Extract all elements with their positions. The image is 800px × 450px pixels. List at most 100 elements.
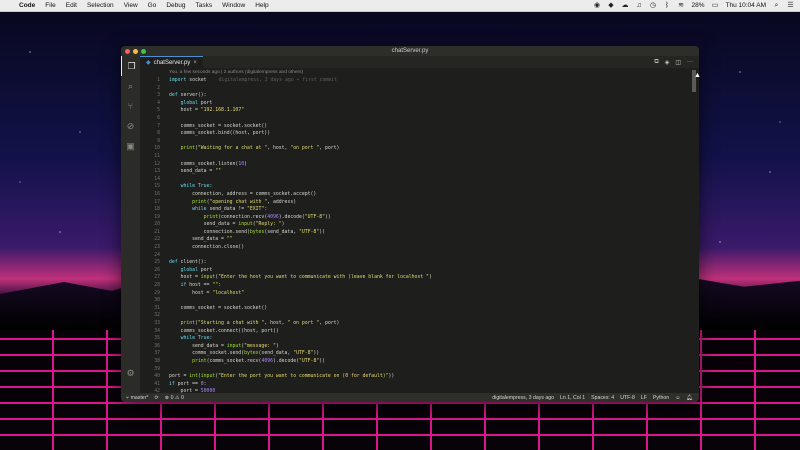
line-code: send_data = input("Reply: ") xyxy=(169,222,285,228)
indentation[interactable]: Spaces: 4 xyxy=(591,395,614,401)
code-line[interactable]: 17 print("opening chat with ", address) xyxy=(140,199,699,207)
code-line[interactable]: 5 host = "192.168.1.107" xyxy=(140,107,699,115)
code-line[interactable]: 6 xyxy=(140,115,699,123)
encoding[interactable]: UTF-8 xyxy=(620,395,635,401)
cursor-position[interactable]: Ln 1, Col 1 xyxy=(560,395,585,401)
code-line[interactable]: 15 while True: xyxy=(140,183,699,191)
menu-app-name[interactable]: Code xyxy=(19,2,35,9)
timemachine-icon[interactable]: ◷ xyxy=(650,2,657,9)
open-changes-icon[interactable]: ⧉ xyxy=(654,59,658,66)
battery-percent[interactable]: 28% xyxy=(692,2,705,9)
language-mode[interactable]: Python xyxy=(653,395,669,401)
line-ending[interactable]: LF xyxy=(641,395,647,401)
bluetooth-icon[interactable]: ᛒ xyxy=(664,2,671,9)
problems-indicator[interactable]: ⊗ 0 ⚠ 0 xyxy=(165,395,184,401)
line-number: 16 xyxy=(154,191,160,197)
feedback-icon[interactable]: ☺ xyxy=(675,395,680,401)
code-line[interactable]: 33 print("Starting a chat with ", host, … xyxy=(140,320,699,328)
code-line[interactable]: 18 while send_data != "EXIT": xyxy=(140,206,699,214)
menu-file[interactable]: File xyxy=(45,2,55,9)
sync-icon[interactable]: ⟳ xyxy=(154,395,158,401)
code-line[interactable]: 12 comms_socket.listen(10) xyxy=(140,161,699,169)
more-icon[interactable]: ··· xyxy=(687,59,693,66)
headphones-icon[interactable]: ♫ xyxy=(636,2,643,9)
code-line[interactable]: 27 host = input("Enter the host you want… xyxy=(140,274,699,282)
notification-icon[interactable]: ◉ xyxy=(594,2,601,9)
code-line[interactable]: 8 comms_socket.bind((host, port)) xyxy=(140,130,699,138)
menu-debug[interactable]: Debug xyxy=(166,2,185,9)
menu-edit[interactable]: Edit xyxy=(66,2,77,9)
notification-center-icon[interactable]: ☰ xyxy=(787,2,794,9)
line-code: send_data = "" xyxy=(169,169,221,175)
code-line[interactable]: 31 comms_socket = socket.socket() xyxy=(140,305,699,313)
menu-window[interactable]: Window xyxy=(222,2,245,9)
code-line[interactable]: 19 print(connection.recv(4096).decode("U… xyxy=(140,214,699,222)
code-line[interactable]: 40 port = int(input("Enter the port you w… xyxy=(140,373,699,381)
code-line[interactable]: 11 xyxy=(140,153,699,161)
code-line[interactable]: 13 send_data = "" xyxy=(140,168,699,176)
code-line[interactable]: 20 send_data = input("Reply: ") xyxy=(140,221,699,229)
menu-tasks[interactable]: Tasks xyxy=(196,2,213,9)
line-number: 26 xyxy=(154,267,160,273)
clock[interactable]: Thu 10:04 AM xyxy=(726,2,766,9)
bell-icon[interactable]: 🔔︎ xyxy=(686,395,693,401)
menu-selection[interactable]: Selection xyxy=(87,2,114,9)
close-tab-icon[interactable]: × xyxy=(193,60,197,66)
code-line[interactable]: 39 xyxy=(140,366,699,374)
source-control-icon[interactable]: ⑂ xyxy=(121,96,140,116)
code-line[interactable]: 24 xyxy=(140,252,699,260)
extensions-icon[interactable]: ▣ xyxy=(121,136,140,156)
code-line[interactable]: 25 def client(): xyxy=(140,259,699,267)
wifi-icon[interactable]: ≋ xyxy=(678,2,685,9)
code-line[interactable]: 36 send_data = input("message: ") xyxy=(140,343,699,351)
code-editor[interactable]: You, a few seconds ago | 2 authors (digi… xyxy=(140,68,699,393)
menu-view[interactable]: View xyxy=(124,2,138,9)
code-line[interactable]: 14 xyxy=(140,176,699,184)
code-line[interactable]: 2 xyxy=(140,85,699,93)
line-number: 23 xyxy=(154,245,160,251)
code-line[interactable]: 4 global port xyxy=(140,100,699,108)
code-line[interactable]: 26 global port xyxy=(140,267,699,275)
branch-indicator[interactable]: ⑂ master* xyxy=(126,395,148,401)
window-titlebar[interactable]: chatServer.py xyxy=(121,46,699,56)
compare-icon[interactable]: ◈ xyxy=(665,59,670,66)
line-number: 3 xyxy=(157,93,160,99)
menu-help[interactable]: Help xyxy=(255,2,268,9)
line-number: 41 xyxy=(154,381,160,387)
cloud-icon[interactable]: ☁ xyxy=(622,2,629,9)
tab-chatserver[interactable]: ◆ chatServer.py × xyxy=(140,55,203,69)
apple-icon[interactable] xyxy=(5,2,13,10)
code-line[interactable]: 1 import socket digitalempress, 3 days ago… xyxy=(140,77,699,85)
code-line[interactable]: 30 xyxy=(140,297,699,305)
python-file-icon: ◆ xyxy=(146,60,151,66)
code-line[interactable]: 34 comms_socket.connect((host, port)) xyxy=(140,328,699,336)
split-editor-icon[interactable]: ◫ xyxy=(675,59,681,66)
files-icon[interactable]: ❐ xyxy=(121,56,141,76)
code-line[interactable]: 38 print(comms_socket.recv(4096).decode(… xyxy=(140,358,699,366)
code-line[interactable]: 21 connection.send(bytes(send_data, "UTF… xyxy=(140,229,699,237)
line-code: if port == 0: xyxy=(169,381,207,387)
code-line[interactable]: 22 send_data = "" xyxy=(140,236,699,244)
code-line[interactable]: 35 while True: xyxy=(140,335,699,343)
code-line[interactable]: 7 comms_socket = socket.socket() xyxy=(140,123,699,131)
code-line[interactable]: 10 print("Waiting for a chat at ", host,… xyxy=(140,145,699,153)
code-line[interactable]: 41 if port == 0: xyxy=(140,381,699,389)
code-line[interactable]: 3 def server(): xyxy=(140,92,699,100)
code-line[interactable]: 9 xyxy=(140,138,699,146)
blame-status[interactable]: digitalempress, 3 days ago xyxy=(492,395,554,401)
code-line[interactable]: 28 if host == "": xyxy=(140,282,699,290)
menu-go[interactable]: Go xyxy=(148,2,157,9)
line-code: if host == "": xyxy=(180,283,222,289)
code-line[interactable]: 37 comms_socket.send(bytes(send_data, "U… xyxy=(140,350,699,358)
code-line[interactable]: 32 xyxy=(140,312,699,320)
gear-icon[interactable]: ⚙ xyxy=(121,363,140,383)
code-line[interactable]: 29 host = "localhost" xyxy=(140,290,699,298)
codelens-authors[interactable]: You, a few seconds ago | 2 authors (digi… xyxy=(169,70,303,75)
search-icon[interactable]: ⌕ xyxy=(121,76,140,96)
code-line[interactable]: 23 connection.close() xyxy=(140,244,699,252)
code-lines[interactable]: 1 import socket digitalempress, 3 days ago… xyxy=(140,77,699,393)
code-line[interactable]: 16 connection, address = comms_socket.ac… xyxy=(140,191,699,199)
debug-icon[interactable]: ⊘ xyxy=(121,116,140,136)
dropbox-icon[interactable]: ◆ xyxy=(608,2,615,9)
spotlight-icon[interactable]: ⌕ xyxy=(773,2,780,9)
